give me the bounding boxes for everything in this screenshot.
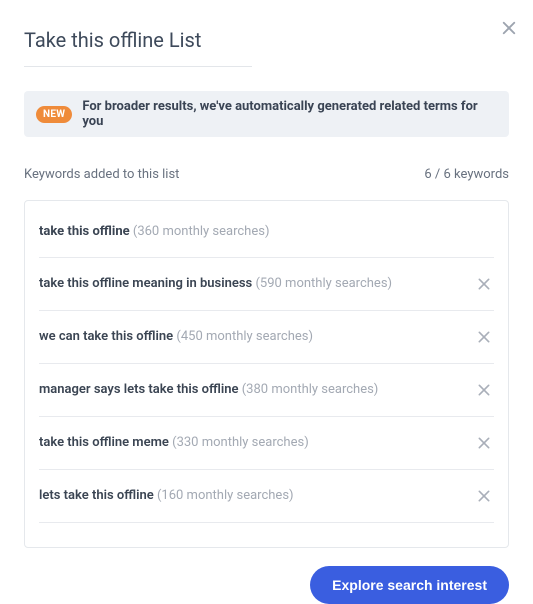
keyword-term: manager says lets take this offline xyxy=(39,382,239,397)
info-banner: NEW For broader results, we've automatic… xyxy=(24,91,509,137)
remove-keyword-button[interactable] xyxy=(474,433,494,453)
keyword-row: take this offline (360 monthly searches) xyxy=(39,207,494,258)
keyword-meta: (160 monthly searches) xyxy=(157,488,294,503)
banner-text: For broader results, we've automatically… xyxy=(82,99,497,129)
keyword-row: manager says lets take this offline (380… xyxy=(39,364,494,417)
keyword-row: take this offline meaning in business (5… xyxy=(39,258,494,311)
keyword-row: take this offline meme (330 monthly sear… xyxy=(39,417,494,470)
list-header-label: Keywords added to this list xyxy=(24,167,179,182)
keyword-term: take this offline meaning in business xyxy=(39,276,252,291)
keyword-meta: (360 monthly searches) xyxy=(133,224,270,239)
keyword-text: we can take this offline (450 monthly se… xyxy=(39,328,464,346)
keyword-meta: (450 monthly searches) xyxy=(176,329,313,344)
keyword-text: lets take this offline (160 monthly sear… xyxy=(39,487,464,505)
remove-keyword-button[interactable] xyxy=(474,486,494,506)
list-header: Keywords added to this list 6 / 6 keywor… xyxy=(24,167,509,182)
keyword-text: manager says lets take this offline (380… xyxy=(39,381,464,399)
keyword-term: take this offline meme xyxy=(39,435,169,450)
keyword-text: take this offline meme (330 monthly sear… xyxy=(39,434,464,452)
remove-keyword-button[interactable] xyxy=(474,274,494,294)
keyword-meta: (380 monthly searches) xyxy=(242,382,379,397)
explore-button[interactable]: Explore search interest xyxy=(310,566,509,604)
page-title: Take this offline List xyxy=(24,28,252,67)
keyword-meta: (590 monthly searches) xyxy=(255,276,392,291)
keyword-row: lets take this offline (160 monthly sear… xyxy=(39,470,494,523)
remove-keyword-button[interactable] xyxy=(474,327,494,347)
remove-keyword-button[interactable] xyxy=(474,380,494,400)
keyword-text: take this offline (360 monthly searches) xyxy=(39,223,494,241)
new-badge: NEW xyxy=(36,106,72,123)
keyword-list: take this offline (360 monthly searches)… xyxy=(24,200,509,548)
close-icon[interactable] xyxy=(499,18,519,38)
keyword-count: 6 / 6 keywords xyxy=(424,167,509,182)
keyword-meta: (330 monthly searches) xyxy=(172,435,309,450)
keyword-term: lets take this offline xyxy=(39,488,154,503)
keyword-term: take this offline xyxy=(39,224,130,239)
keyword-row: we can take this offline (450 monthly se… xyxy=(39,311,494,364)
footer: Explore search interest xyxy=(0,548,533,604)
keyword-text: take this offline meaning in business (5… xyxy=(39,275,464,293)
keyword-term: we can take this offline xyxy=(39,329,173,344)
